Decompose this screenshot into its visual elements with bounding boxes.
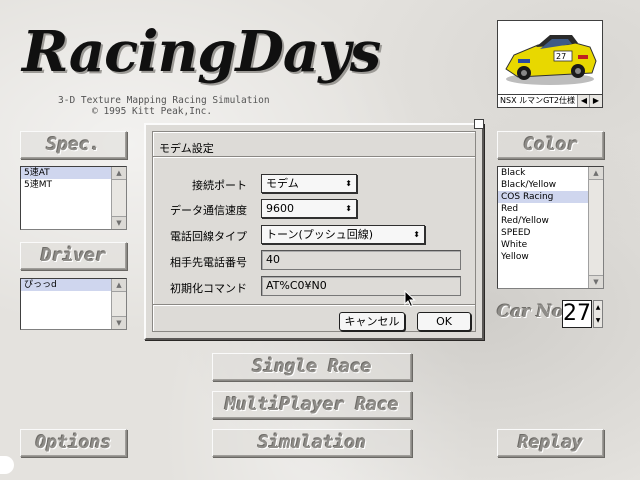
- spec-list[interactable]: 5速AT 5速MT ▲ ▼: [20, 166, 127, 230]
- select-spinner-icon: ⬍: [345, 204, 352, 213]
- dialog-title: モデム設定: [159, 142, 214, 155]
- connection-port-select[interactable]: モデム ⬍: [261, 174, 357, 193]
- subtitle-text: 3-D Texture Mapping Racing Simulation: [58, 95, 270, 106]
- decrement-arrow-icon[interactable]: ▼: [594, 314, 602, 327]
- options-button[interactable]: Options: [20, 429, 127, 457]
- line-type-label: 電話回線タイプ: [170, 230, 247, 243]
- spec-button[interactable]: Spec.: [20, 131, 127, 159]
- data-speed-select[interactable]: 9600 ⬍: [261, 199, 357, 218]
- driver-button[interactable]: Driver: [20, 242, 127, 270]
- racing-days-logo: RacingDays: [22, 19, 381, 85]
- driver-list[interactable]: ぴっっd ▲ ▼: [20, 278, 127, 330]
- car-number-label: Car No.: [497, 302, 569, 322]
- select-spinner-icon: ⬍: [413, 230, 420, 239]
- corner-decoration: [0, 456, 14, 474]
- ok-button[interactable]: OK: [417, 312, 471, 331]
- scroll-down-arrow-icon[interactable]: ▼: [112, 216, 126, 229]
- phone-number-field[interactable]: 40: [261, 250, 461, 270]
- modem-settings-dialog: モデム設定 接続ポート モデム ⬍ データ通信速度 9600 ⬍ 電話回線タイプ…: [144, 119, 484, 340]
- copyright-text: © 1995 Kitt Peak,Inc.: [92, 106, 213, 117]
- scroll-up-arrow-icon[interactable]: ▲: [589, 167, 603, 180]
- connection-port-value: モデム: [266, 177, 299, 190]
- line-type-value: トーン(プッシュ回線): [266, 228, 374, 241]
- driver-list-scrollbar[interactable]: ▲ ▼: [111, 279, 126, 329]
- single-race-button[interactable]: Single Race: [212, 353, 412, 381]
- replay-button[interactable]: Replay: [497, 429, 604, 457]
- car-number-stepper[interactable]: ▲ ▼: [593, 300, 603, 328]
- multiplayer-race-button[interactable]: MultiPlayer Race: [212, 391, 412, 419]
- dialog-frame: モデム設定 接続ポート モデム ⬍ データ通信速度 9600 ⬍ 電話回線タイプ…: [152, 131, 476, 332]
- svg-text:27: 27: [556, 52, 566, 61]
- dialog-resize-handle[interactable]: [474, 119, 484, 129]
- color-button[interactable]: Color: [497, 131, 604, 159]
- line-type-select[interactable]: トーン(プッシュ回線) ⬍: [261, 225, 425, 244]
- increment-arrow-icon[interactable]: ▲: [594, 301, 602, 314]
- cancel-button[interactable]: キャンセル: [339, 312, 405, 331]
- color-list-scrollbar[interactable]: ▲ ▼: [588, 167, 603, 288]
- scroll-down-arrow-icon[interactable]: ▼: [112, 316, 126, 329]
- racing-car-icon: 27: [498, 21, 602, 95]
- color-list[interactable]: Black Black/Yellow COS Racing Red Red/Yellow…: [497, 166, 604, 289]
- phone-number-label: 相手先電話番号: [170, 256, 247, 269]
- title-divider: [153, 156, 475, 158]
- data-speed-label: データ通信速度: [170, 204, 247, 217]
- car-name-text: NSX ルマンGT2仕様: [500, 96, 575, 105]
- mouse-cursor-icon: [404, 290, 416, 308]
- connection-port-label: 接続ポート: [192, 179, 247, 192]
- init-command-field[interactable]: AT%C0¥N0: [261, 276, 461, 296]
- init-command-label: 初期化コマンド: [170, 282, 247, 295]
- next-car-arrow-icon[interactable]: ▶: [589, 95, 602, 107]
- car-name-bar: NSX ルマンGT2仕様 ◀ ▶: [497, 94, 603, 108]
- simulation-button[interactable]: Simulation: [212, 429, 412, 457]
- spec-list-scrollbar[interactable]: ▲ ▼: [111, 167, 126, 229]
- scroll-up-arrow-icon[interactable]: ▲: [112, 279, 126, 292]
- buttons-divider: [153, 304, 475, 306]
- scroll-down-arrow-icon[interactable]: ▼: [589, 275, 603, 288]
- select-spinner-icon: ⬍: [345, 179, 352, 188]
- data-speed-value: 9600: [266, 202, 294, 215]
- car-number-field[interactable]: 27: [562, 300, 592, 328]
- scroll-up-arrow-icon[interactable]: ▲: [112, 167, 126, 180]
